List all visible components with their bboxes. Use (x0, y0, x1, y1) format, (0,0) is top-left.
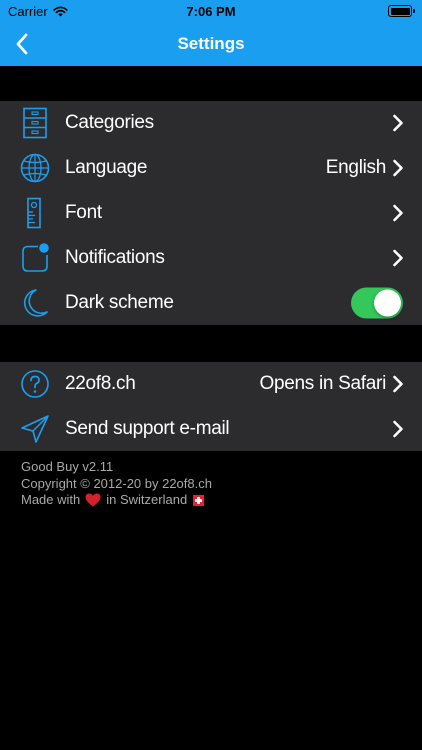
copyright: Copyright © 2012-20 by 22of8.ch (21, 475, 212, 491)
paper-plane-icon (19, 413, 51, 445)
header: Carrier 7:06 PM Settings (0, 0, 422, 66)
dark-scheme-toggle[interactable] (351, 287, 403, 319)
moon-icon (19, 287, 51, 319)
settings-row-notifications[interactable]: Notifications (0, 235, 422, 280)
settings-row-dark-scheme: Dark scheme (0, 280, 422, 325)
row-label: Categories (65, 112, 154, 134)
question-icon (19, 368, 51, 400)
status-bar: Carrier 7:06 PM (0, 0, 422, 24)
support-row-website[interactable]: 22of8.ch Opens in Safari (0, 362, 422, 407)
swiss-flag-icon (193, 494, 205, 506)
footer: Good Buy v2.11 Copyright © 2012-20 by 22… (21, 459, 212, 509)
chevron-right-icon (393, 159, 403, 177)
chevron-right-icon (393, 420, 403, 438)
chevron-right-icon (393, 115, 403, 132)
ruler-icon (19, 197, 51, 229)
support-group: 22of8.ch Opens in Safari Send support e-… (0, 362, 422, 451)
made-with-line: Made with in Switzerland (21, 492, 212, 509)
page-title: Settings (177, 34, 245, 53)
chevron-right-icon (393, 204, 403, 222)
row-label: Dark scheme (65, 291, 174, 313)
row-label: Language (65, 157, 148, 179)
heart-icon (85, 493, 101, 507)
notification-icon (19, 242, 51, 274)
support-row-email[interactable]: Send support e-mail (0, 407, 422, 452)
chevron-right-icon (393, 249, 403, 267)
made-with-prefix: Made with (21, 492, 81, 507)
language-value: English (325, 157, 387, 179)
status-time: 7:06 PM (186, 4, 236, 19)
battery-icon (388, 5, 415, 17)
settings-row-language[interactable]: Language English (0, 146, 422, 191)
made-with-suffix: in Switzerland (106, 492, 188, 507)
app-version: Good Buy v2.11 (21, 459, 114, 474)
cabinet-icon (19, 107, 51, 139)
row-label: Font (65, 201, 102, 223)
chevron-right-icon (393, 375, 403, 393)
toggle-knob (374, 289, 401, 317)
row-label: Notifications (65, 246, 165, 268)
settings-row-font[interactable]: Font (0, 191, 422, 236)
navigation-bar: Settings (0, 24, 422, 66)
globe-icon (19, 152, 51, 184)
row-label: Send support e-mail (65, 417, 230, 439)
settings-row-categories[interactable]: Categories (0, 101, 422, 146)
website-value: Opens in Safari (259, 373, 387, 395)
row-label: 22of8.ch (65, 373, 136, 395)
settings-group: Categories Language English Font Notific… (0, 101, 422, 325)
